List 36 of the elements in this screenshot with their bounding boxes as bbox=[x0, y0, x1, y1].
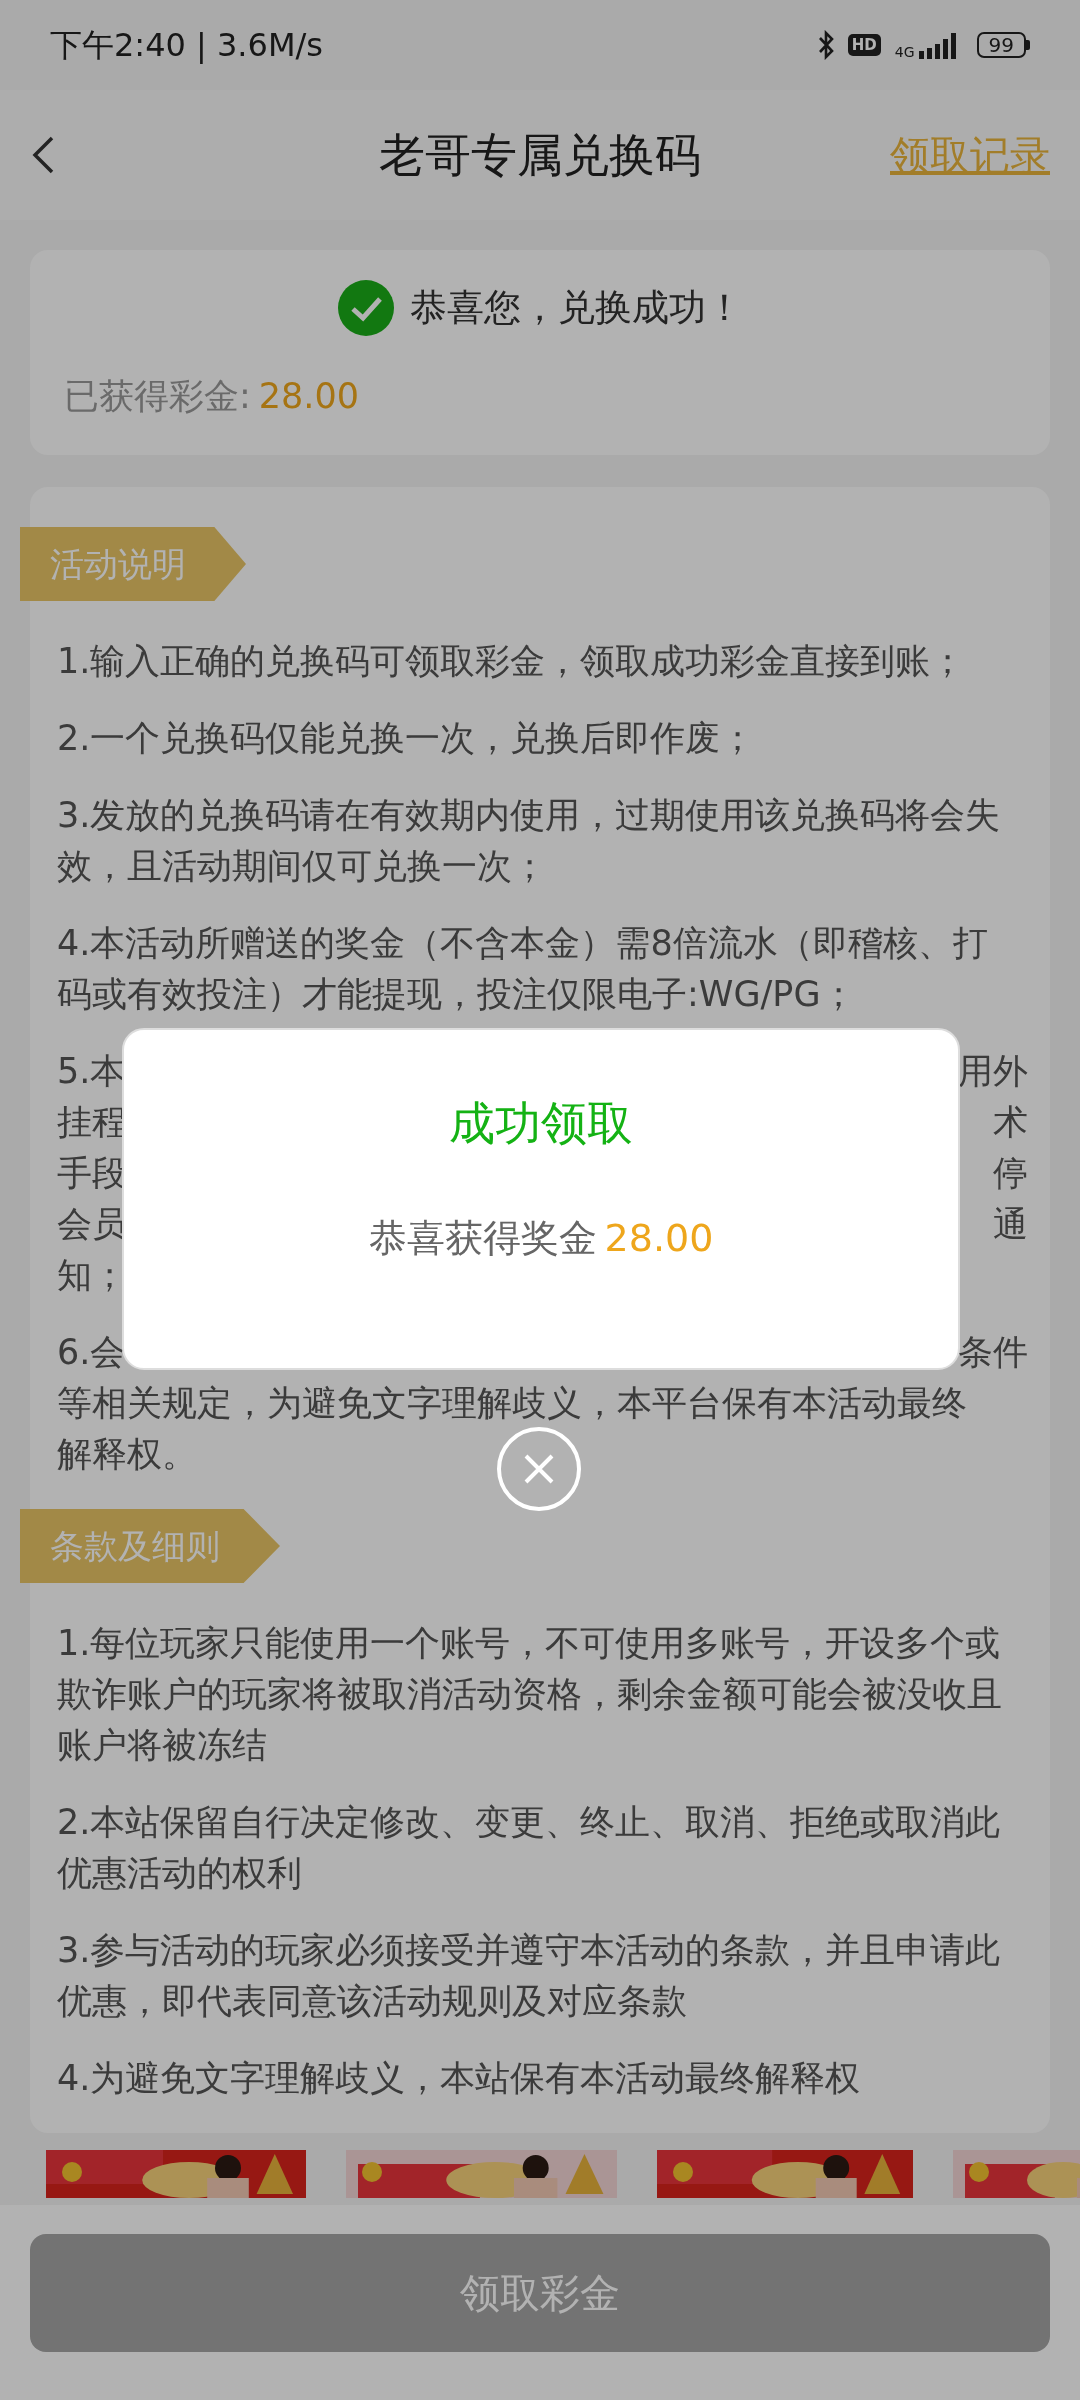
rule-text: 停 bbox=[993, 1152, 1028, 1195]
rule-text: 通 bbox=[993, 1203, 1028, 1246]
rule-text: 手段 bbox=[57, 1152, 127, 1195]
rule-text: 解释权。 bbox=[57, 1433, 197, 1476]
dialog-title: 成功领取 bbox=[448, 1095, 634, 1151]
battery-level: 99 bbox=[976, 32, 1026, 58]
rule-text: 术 bbox=[993, 1101, 1028, 1144]
section-tag: 条款及细则 bbox=[20, 1509, 280, 1583]
success-message: 恭喜您，兑换成功！ bbox=[409, 285, 743, 331]
dialog-message: 恭喜获得奖金 bbox=[368, 1215, 597, 1262]
rule-text: 4.本活动所赠送的奖金（不含本金）需8倍流水（即稽核、打码或有效投注）才能提现，投注仅限电子:WG/PG； bbox=[57, 922, 989, 1016]
rule-text: 6.会 bbox=[57, 1331, 126, 1374]
rule-text: 条件 bbox=[958, 1331, 1028, 1374]
amount-value: 28.00 bbox=[258, 375, 359, 418]
network-label: 4G bbox=[894, 45, 915, 59]
rule-text: 2.一个兑换码仅能兑换一次，兑换后即作废； bbox=[57, 717, 757, 760]
rule-text: 知； bbox=[57, 1254, 127, 1297]
rule-text: 3.参与活动的玩家必须接受并遵守本活动的条款，并且申请此优惠，即代表同意该活动规则及对应条款 bbox=[57, 1929, 1002, 2023]
record-link[interactable]: 领取记录 bbox=[890, 125, 1050, 185]
rule-text: 1.输入正确的兑换码可领取彩金，领取成功彩金直接到账； bbox=[57, 640, 967, 683]
rule-text: 3.发放的兑换码请在有效期内使用，过期使用该兑换码将会失效，且活动期间仅可兑换一次； bbox=[57, 794, 1002, 888]
check-icon bbox=[337, 280, 394, 336]
rule-text: 1.每位玩家只能使用一个账号，不可使用多账号，开设多个或欺诈账户的玩家将被取消活动资格，剩余金额可能会被没收且账户将被冻结 bbox=[57, 1622, 1003, 1767]
page-title: 老哥专属兑换码 bbox=[379, 126, 701, 184]
dialog-amount: 28.00 bbox=[604, 1215, 714, 1262]
rule-text: 2.本站保留自行决定修改、变更、终止、取消、拒绝或取消此优惠活动的权利 bbox=[57, 1801, 1002, 1895]
status-time: 下午2:40 | 3.6M/s bbox=[50, 25, 323, 66]
amount-label: 已获得彩金: bbox=[64, 375, 251, 418]
section-tag: 活动说明 bbox=[20, 527, 246, 601]
rule-text: 4.为避免文字理解歧义，本站保有本活动最终解释权 bbox=[57, 2057, 862, 2100]
rule-text: 等相关规定，为避免文字理解歧义，本平台保有本活动最终 bbox=[57, 1382, 967, 1425]
hd-indicator: HD bbox=[847, 34, 881, 56]
rule-text: 5.本 bbox=[57, 1050, 126, 1093]
bluetooth-icon bbox=[817, 30, 834, 60]
back-icon[interactable] bbox=[30, 135, 56, 175]
rule-text: 用外 bbox=[958, 1050, 1028, 1093]
